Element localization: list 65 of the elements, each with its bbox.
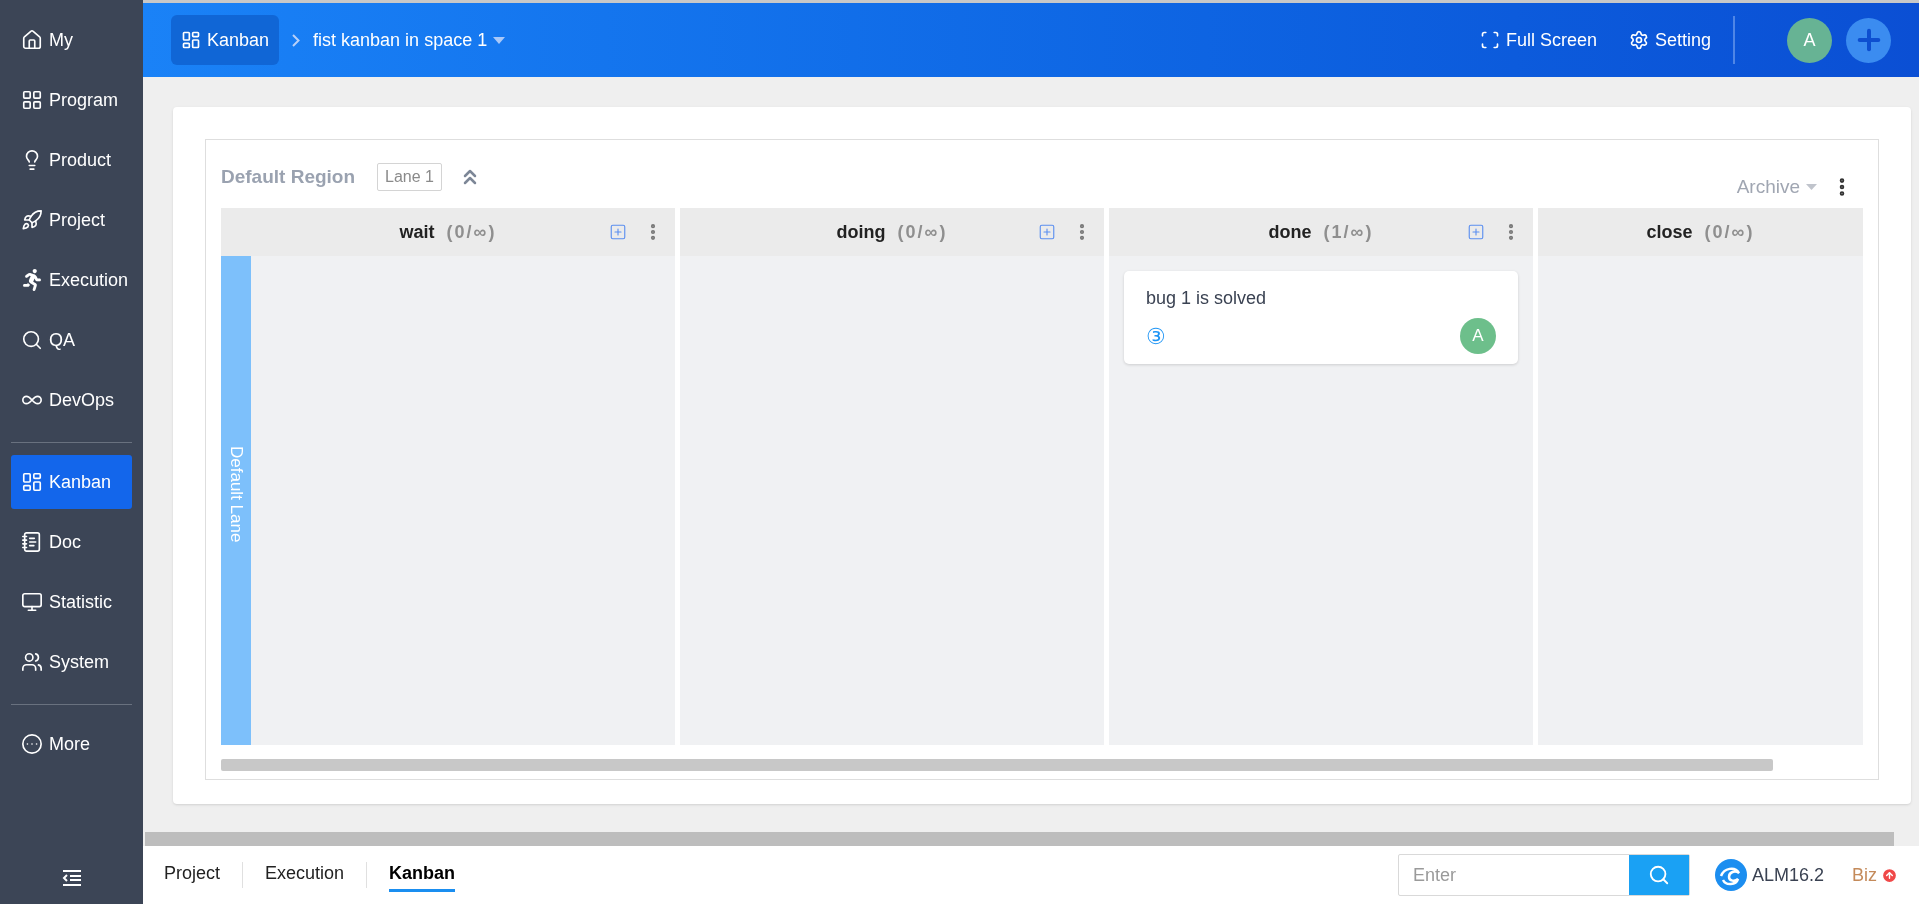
column-title: wait — [399, 220, 435, 244]
settings-icon — [1628, 30, 1649, 50]
upgrade-icon[interactable] — [1881, 866, 1898, 884]
lane-tag: Lane 1 — [377, 163, 442, 191]
board-icon — [181, 30, 201, 50]
bottom-tab[interactable]: Kanban — [389, 858, 456, 892]
column-count: (0/∞) — [1704, 220, 1755, 244]
wave-logo-icon — [1713, 858, 1748, 892]
rocket-icon — [21, 209, 43, 231]
notebook-icon — [21, 531, 43, 553]
runner-icon — [21, 269, 43, 291]
grid-icon — [21, 89, 43, 111]
add-card-icon[interactable] — [609, 223, 627, 241]
sidebar-item[interactable]: Execution — [11, 253, 132, 307]
bottom-tab[interactable]: Project — [164, 858, 221, 892]
edition-label: Biz — [1852, 863, 1877, 887]
task-card[interactable]: bug 1 is solved ③ A — [1124, 271, 1518, 364]
column-title: done — [1268, 220, 1312, 244]
caret-icon — [493, 36, 506, 44]
collapse-icon — [60, 868, 83, 888]
search-icon — [1647, 864, 1670, 886]
region-title: Default Region — [221, 164, 356, 189]
search-field[interactable]: Enter — [1397, 854, 1690, 896]
page-scrollbar[interactable] — [145, 832, 1894, 846]
setting-button[interactable]: Setting — [1628, 26, 1711, 54]
bottom-tab[interactable]: Execution — [265, 858, 345, 892]
priority-label: ③ — [1146, 322, 1166, 351]
sidebar-item[interactable]: QA — [11, 313, 132, 367]
sidebar-item[interactable]: DevOps — [11, 373, 132, 427]
search-icon — [21, 329, 43, 351]
board-selector[interactable]: fist kanban in space 1 — [313, 26, 506, 54]
horizontal-scrollbar[interactable] — [221, 759, 1773, 771]
search-input[interactable]: Enter — [1398, 855, 1629, 895]
ellipsis-circle-icon — [21, 733, 43, 755]
assignee-avatar: A — [1460, 318, 1496, 354]
sidebar-item[interactable]: Product — [11, 133, 132, 187]
sidebar-item[interactable]: Program — [11, 73, 132, 127]
sidebar-item[interactable]: System — [11, 635, 132, 689]
lane-label: Default Lane — [225, 446, 247, 545]
sidebar-item[interactable]: My — [11, 13, 132, 67]
column-title: close — [1646, 220, 1693, 244]
board-icon — [21, 471, 43, 493]
search-button[interactable] — [1628, 855, 1689, 895]
sidebar-item[interactable]: More — [11, 717, 132, 771]
version-label: ALM16.2 — [1751, 863, 1824, 887]
column-title: doing — [836, 220, 886, 244]
users-icon — [21, 651, 43, 673]
card-title: bug 1 is solved — [1146, 287, 1268, 310]
house-icon — [21, 29, 43, 51]
sidebar-item[interactable]: Kanban — [11, 455, 132, 509]
chevron-right-icon — [292, 33, 301, 47]
add-card-icon[interactable] — [1467, 223, 1485, 241]
expand-icon — [1479, 30, 1500, 50]
kanban-app-button[interactable]: Kanban — [171, 15, 280, 65]
sidebar-item[interactable]: Project — [11, 193, 132, 247]
column-count: (1/∞) — [1323, 220, 1374, 244]
monitor-icon — [21, 591, 43, 613]
add-card-icon[interactable] — [1038, 223, 1056, 241]
column-count: (0/∞) — [897, 220, 948, 244]
sidebar-item[interactable]: Statistic — [11, 575, 132, 629]
full-screen-button[interactable]: Full Screen — [1479, 26, 1597, 54]
sidebar-item[interactable]: Doc — [11, 515, 132, 569]
column-count: (0/∞) — [446, 220, 497, 244]
caret-icon — [1806, 184, 1817, 190]
add-button[interactable] — [1846, 17, 1891, 63]
